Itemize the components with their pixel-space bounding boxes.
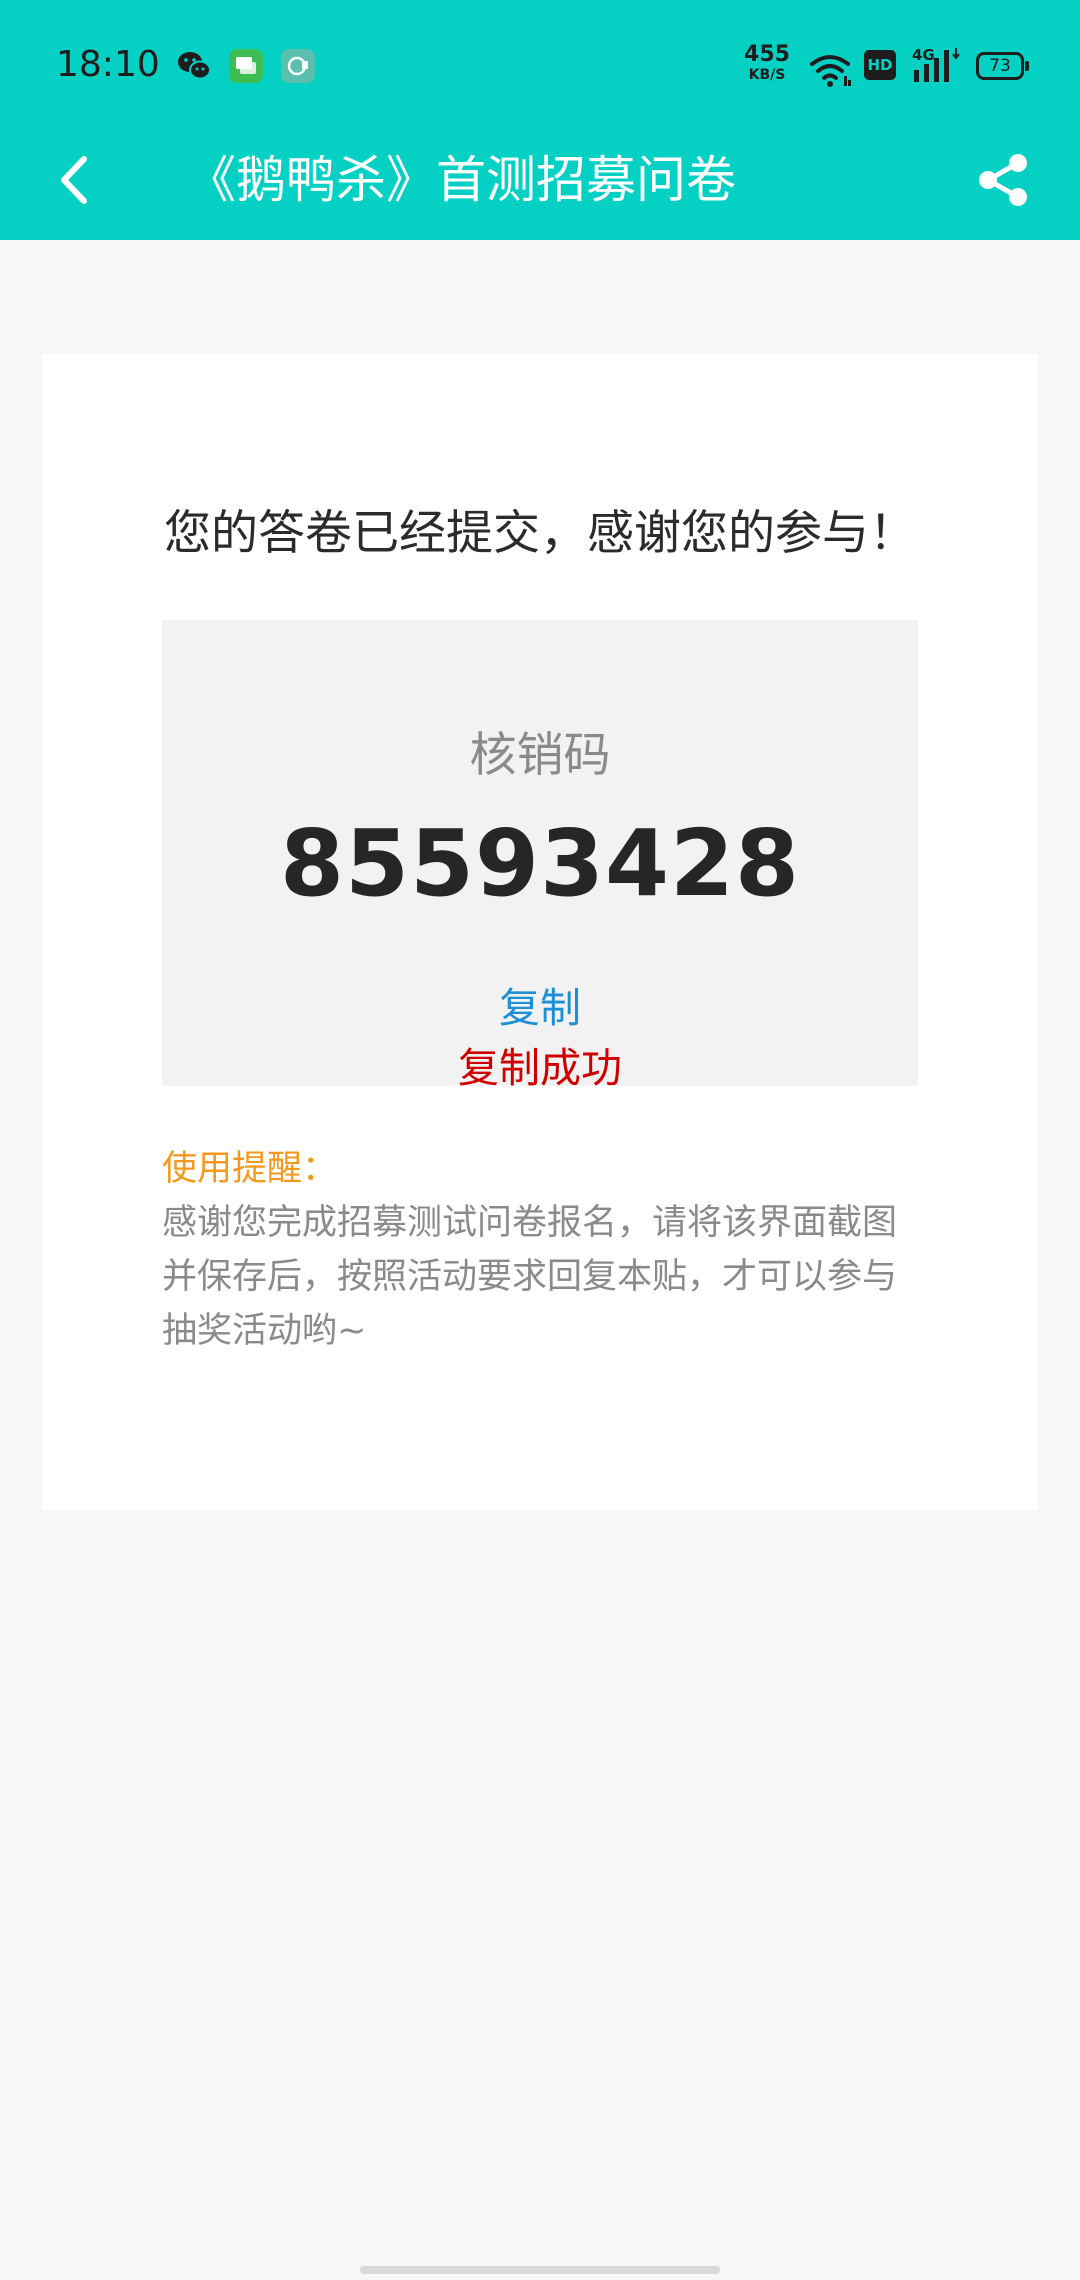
app-header: 18:10 455 KB/S HD 4G 73 《鹅鸭杀》首测招募问卷 (0, 0, 1080, 240)
page-title: 《鹅鸭杀》首测招募问卷 (186, 151, 736, 209)
signal-icon: 4G (912, 46, 964, 84)
share-button[interactable] (970, 138, 1036, 222)
network-speed: 455 KB/S (744, 42, 790, 83)
verification-code-label: 核销码 (469, 728, 611, 783)
message-icon (229, 49, 263, 83)
network-speed-value: 455 (744, 42, 790, 67)
network-speed-unit: KB/S (748, 67, 786, 83)
battery-icon: 73 (976, 52, 1030, 80)
chat-app-icon (281, 49, 315, 83)
verification-code-box: 核销码 85593428 复制 复制成功 (162, 620, 918, 1092)
hd-icon: HD (864, 50, 896, 80)
wifi-icon (810, 55, 851, 87)
battery-level: 73 (989, 56, 1011, 76)
submit-success-message: 您的答卷已经提交，感谢您的参与！ (164, 506, 916, 561)
reminder-body: 感谢您完成招募测试问卷报名，请将该界面截图并保存后，按照活动要求回复本贴，才可以… (162, 1203, 898, 1351)
reminder-title: 使用提醒： (162, 1149, 338, 1189)
nav-bar: 《鹅鸭杀》首测招募问卷 (0, 130, 1080, 240)
copy-button[interactable]: 复制 (162, 974, 918, 1034)
status-time: 18:10 (56, 44, 160, 85)
home-indicator[interactable] (360, 2266, 720, 2274)
verification-code-value: 85593428 (279, 810, 801, 917)
chevron-left-icon (61, 156, 87, 204)
share-icon (979, 154, 1027, 206)
status-bar: 18:10 455 KB/S HD 4G 73 (0, 0, 1080, 130)
copy-success-message: 复制成功 (458, 1044, 622, 1092)
hd-label: HD (867, 56, 893, 74)
back-button[interactable] (44, 140, 104, 220)
result-card: 您的答卷已经提交，感谢您的参与！ 核销码 85593428 复制 复制成功 使用… (42, 354, 1038, 1510)
wechat-icon (178, 52, 211, 80)
